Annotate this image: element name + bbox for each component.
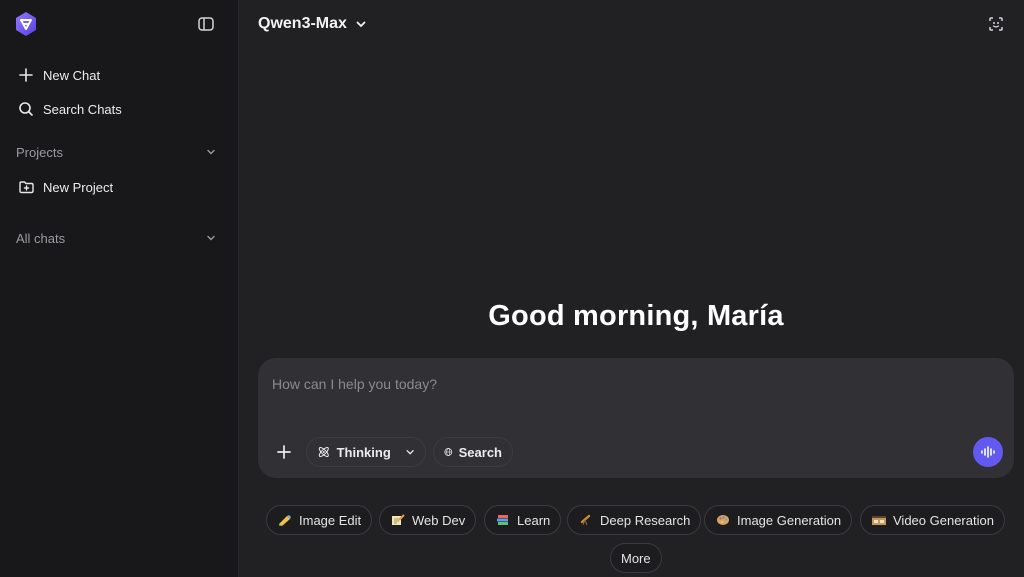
chevron-down-icon xyxy=(207,235,215,241)
search-icon xyxy=(17,100,35,118)
notepad-icon xyxy=(390,513,406,527)
thinking-label: Thinking xyxy=(336,444,391,460)
greeting-title: Good morning, María xyxy=(488,300,784,332)
waveform-icon xyxy=(981,446,995,458)
telescope-icon xyxy=(578,513,594,527)
search-toggle[interactable]: Search xyxy=(433,437,513,467)
model-name: Qwen3-Max xyxy=(258,15,347,32)
chevron-down-icon[interactable] xyxy=(405,446,415,458)
plus-icon xyxy=(277,445,291,459)
toggle-sidebar-button[interactable] xyxy=(196,14,216,34)
model-selector[interactable]: Qwen3-Max xyxy=(258,12,367,36)
chip-label: Deep Research xyxy=(600,512,691,528)
all-chats-section-toggle[interactable]: All chats xyxy=(8,225,230,251)
suggestion-deep-research[interactable]: Deep Research xyxy=(567,505,702,535)
palette-icon xyxy=(715,513,731,527)
ghost-chat-icon xyxy=(989,17,1003,31)
atom-icon xyxy=(318,446,329,458)
chip-label: Video Generation xyxy=(893,512,994,528)
suggestion-learn[interactable]: Learn xyxy=(484,505,562,535)
plus-icon xyxy=(17,66,35,84)
chip-label: Image Generation xyxy=(737,512,842,528)
search-chats-label: Search Chats xyxy=(43,101,122,117)
attach-button[interactable] xyxy=(272,440,296,464)
suggestion-web-dev[interactable]: Web Dev xyxy=(379,505,477,535)
search-chats-button[interactable]: Search Chats xyxy=(8,94,230,124)
all-chats-header: All chats xyxy=(16,230,66,246)
suggestion-video-generation[interactable]: Video Generation xyxy=(860,505,1005,535)
chip-label: Web Dev xyxy=(412,512,466,528)
search-label: Search xyxy=(458,444,502,460)
new-chat-label: New Chat xyxy=(43,67,101,83)
suggestion-image-generation[interactable]: Image Generation xyxy=(704,505,853,535)
suggestion-image-edit[interactable]: Image Edit xyxy=(266,505,373,535)
chat-input[interactable] xyxy=(272,376,992,416)
sidebar-panel-icon xyxy=(198,17,214,31)
more-label: More xyxy=(621,550,651,566)
new-project-button[interactable]: New Project xyxy=(8,172,230,202)
chevron-down-icon xyxy=(207,149,215,155)
thinking-toggle[interactable]: Thinking xyxy=(306,437,426,467)
qwen-logo-icon[interactable] xyxy=(12,10,40,38)
chip-label: Learn xyxy=(517,512,551,528)
folder-plus-icon xyxy=(17,178,35,196)
new-project-label: New Project xyxy=(43,179,114,195)
temporary-chat-button[interactable] xyxy=(986,14,1006,34)
more-suggestions-button[interactable]: More xyxy=(610,543,662,573)
books-icon xyxy=(495,513,511,527)
globe-icon xyxy=(444,448,453,456)
paint-icon xyxy=(277,513,293,527)
projects-header: Projects xyxy=(16,144,63,160)
projects-section-toggle[interactable]: Projects xyxy=(8,139,230,165)
chevron-down-icon xyxy=(356,21,366,28)
film-icon xyxy=(871,513,887,527)
new-chat-button[interactable]: New Chat xyxy=(8,60,230,90)
sidebar: New Chat Search Chats Projects New Proje… xyxy=(0,0,239,577)
chip-label: Image Edit xyxy=(299,512,362,528)
voice-input-button[interactable] xyxy=(973,437,1003,467)
